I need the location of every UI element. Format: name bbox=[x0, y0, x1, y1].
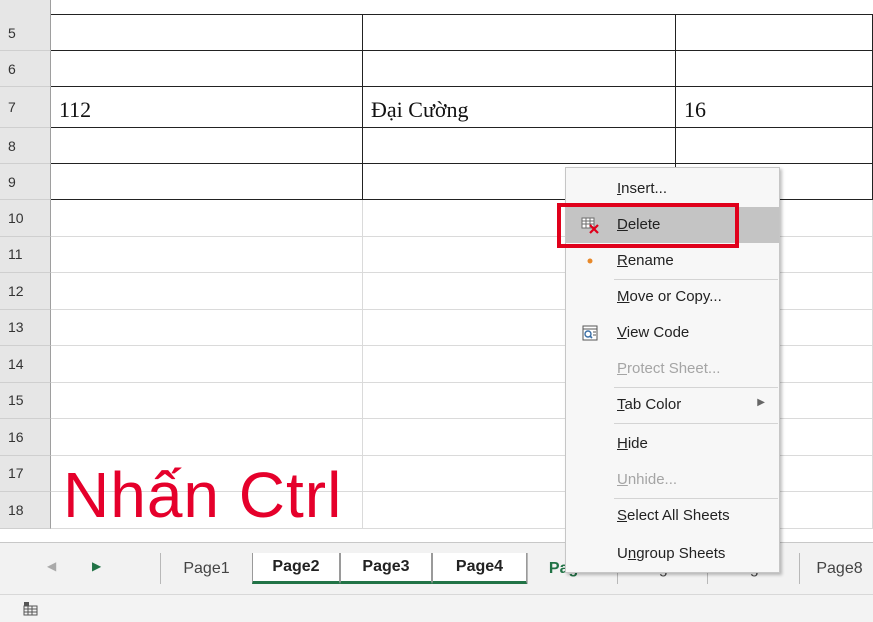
row-header[interactable]: 13 bbox=[0, 309, 51, 346]
grid-cell[interactable] bbox=[51, 128, 363, 164]
delete-sheet-icon bbox=[581, 217, 599, 234]
sheet-tab-page3[interactable]: Page3 bbox=[340, 553, 432, 584]
row-header[interactable]: 6 bbox=[0, 51, 51, 87]
scroll-right-icon[interactable]: ▶ bbox=[92, 559, 101, 573]
menu-item-hide[interactable]: Hide bbox=[566, 426, 779, 462]
grid-cell[interactable] bbox=[51, 15, 363, 51]
menu-item-delete[interactable]: Delete bbox=[566, 207, 779, 243]
submenu-arrow-icon: ▶ bbox=[757, 397, 765, 408]
menu-item-move-or-copy[interactable]: Move or Copy... bbox=[566, 279, 779, 315]
grid-cell[interactable] bbox=[363, 15, 676, 51]
row-header[interactable]: 9 bbox=[0, 164, 51, 200]
menu-item-ungroup-sheets[interactable]: Ungroup Sheets bbox=[566, 536, 779, 572]
grid-cell[interactable] bbox=[363, 51, 676, 87]
view-code-icon bbox=[582, 325, 598, 341]
sheet-tab-page8[interactable]: Page8 bbox=[799, 553, 873, 584]
cell-value: Đại Cường bbox=[371, 97, 469, 122]
grid-cell[interactable] bbox=[676, 128, 873, 164]
row-header-filler bbox=[0, 0, 51, 15]
menu-item-label: Insert... bbox=[617, 180, 668, 197]
grid-cell[interactable] bbox=[51, 419, 363, 456]
menu-item-label: Ungroup Sheets bbox=[617, 545, 726, 562]
menu-separator bbox=[614, 423, 778, 424]
scroll-left-icon[interactable]: ◀ bbox=[47, 559, 56, 573]
menu-item-label: Tab Color bbox=[617, 396, 682, 413]
grid-cell[interactable] bbox=[363, 128, 676, 164]
menu-item-label: Protect Sheet... bbox=[617, 360, 721, 377]
menu-item-rename[interactable]: Rename bbox=[566, 243, 779, 279]
menu-item-label: Move or Copy... bbox=[617, 288, 722, 305]
cell-value: 16 bbox=[684, 97, 706, 122]
grid-cell[interactable] bbox=[51, 346, 363, 383]
grid-cell[interactable] bbox=[51, 164, 363, 200]
menu-item-label: Select All Sheets bbox=[617, 507, 730, 524]
table-row: 5 bbox=[0, 15, 873, 51]
instruction-overlay-text: Nhấn Ctrl bbox=[63, 459, 343, 531]
menu-item-tab-color[interactable]: Tab Color ▶ bbox=[566, 387, 779, 423]
row-header[interactable]: 5 bbox=[0, 15, 51, 51]
grid-cell[interactable] bbox=[676, 15, 873, 51]
sheet-tab-page1[interactable]: Page1 bbox=[160, 553, 252, 584]
menu-item-label: View Code bbox=[617, 324, 690, 341]
row-header[interactable]: 18 bbox=[0, 492, 51, 529]
grid-cell[interactable]: 16 bbox=[676, 87, 873, 128]
grid-cell[interactable] bbox=[51, 309, 363, 346]
status-bar bbox=[0, 594, 873, 622]
grid-cell[interactable] bbox=[51, 273, 363, 310]
row-header[interactable]: 8 bbox=[0, 128, 51, 164]
table-top-border bbox=[51, 14, 873, 15]
menu-item-label: Hide bbox=[617, 435, 648, 452]
row-header[interactable]: 7 bbox=[0, 87, 51, 128]
sheet-tab-page2[interactable]: Page2 bbox=[252, 553, 340, 584]
sheet-tab-page4[interactable]: Page4 bbox=[432, 553, 527, 584]
sheet-context-menu: Insert... Delete Rename Move or Copy... View… bbox=[565, 167, 780, 573]
menu-item-label: Rename bbox=[617, 252, 674, 269]
menu-item-label: Unhide... bbox=[617, 471, 678, 488]
row-header[interactable]: 12 bbox=[0, 273, 51, 310]
row-header[interactable]: 17 bbox=[0, 455, 51, 492]
table-row: 8 bbox=[0, 128, 873, 164]
grid-cell[interactable] bbox=[51, 236, 363, 273]
row-header[interactable]: 14 bbox=[0, 346, 51, 383]
menu-item-select-all-sheets[interactable]: Select All Sheets bbox=[566, 498, 779, 534]
row-header[interactable]: 15 bbox=[0, 382, 51, 419]
row-header[interactable]: 11 bbox=[0, 236, 51, 273]
grid-cell[interactable]: Đại Cường bbox=[363, 87, 676, 128]
menu-item-insert[interactable]: Insert... bbox=[566, 171, 779, 207]
cell-value: 112 bbox=[59, 97, 92, 122]
grid-cell[interactable] bbox=[51, 382, 363, 419]
row-header[interactable]: 10 bbox=[0, 200, 51, 237]
grid-cell[interactable] bbox=[676, 51, 873, 87]
grid-cell[interactable] bbox=[51, 200, 363, 237]
cell-mode-icon bbox=[23, 602, 38, 616]
dot-icon bbox=[587, 258, 593, 264]
grid-cell[interactable]: 112 bbox=[51, 87, 363, 128]
menu-item-view-code[interactable]: View Code bbox=[566, 315, 779, 351]
menu-item-label: Delete bbox=[617, 216, 661, 233]
grid-cell[interactable] bbox=[51, 51, 363, 87]
row-header[interactable]: 16 bbox=[0, 419, 51, 456]
menu-item-unhide[interactable]: Unhide... bbox=[566, 462, 779, 498]
table-row: 6 bbox=[0, 51, 873, 87]
menu-item-protect-sheet[interactable]: Protect Sheet... bbox=[566, 351, 779, 387]
table-row: 7 112 Đại Cường 16 bbox=[0, 87, 873, 128]
